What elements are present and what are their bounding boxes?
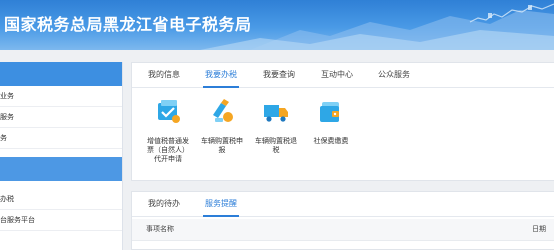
tax-services-panel: 我的信息 我要办税 我要查询 互动中心 公众服务 增值税普通发票（自然人）代开申… [131, 62, 554, 181]
header-banner: 国家税务总局黑龙江省电子税务局 [0, 0, 554, 50]
sidebar-item-4[interactable]: 办税 [0, 189, 122, 210]
reminder-table-header: 事项名称 日期 [132, 219, 554, 241]
invoice-icon [153, 97, 183, 127]
sidebar-header-2 [0, 157, 122, 181]
sidebar-item-2[interactable]: 服务 [0, 107, 122, 128]
tab-my-todo[interactable]: 我的待办 [148, 192, 180, 216]
wallet-icon [316, 97, 346, 127]
tab-public-service[interactable]: 公众服务 [378, 63, 410, 87]
tab-interaction[interactable]: 互动中心 [321, 63, 353, 87]
tab-my-info[interactable]: 我的信息 [148, 63, 180, 87]
tab-tax-handling[interactable]: 我要办税 [203, 63, 239, 88]
sidebar-item-1[interactable]: 业务 [0, 86, 122, 107]
service-vehicle-tax-declare-label: 车辆购置税申报 [201, 137, 243, 154]
service-vehicle-tax-declare[interactable]: 车辆购置税申报 [193, 97, 251, 155]
service-invoice-label: 增值税普通发票（自然人）代开申请 [147, 137, 189, 163]
sidebar: 业务 服务 务 办税 台服务平台 [0, 62, 123, 250]
tab-service-reminder[interactable]: 服务提醒 [203, 192, 239, 217]
service-social-insurance[interactable]: 社保费缴费 [302, 97, 360, 146]
column-item-name: 事项名称 [146, 225, 174, 233]
service-vehicle-tax-refund[interactable]: 车辆购置税退税 [247, 97, 305, 155]
service-vehicle-tax-refund-label: 车辆购置税退税 [255, 137, 297, 154]
service-invoice[interactable]: 增值税普通发票（自然人）代开申请 [139, 97, 197, 164]
reminder-tabs: 我的待办 服务提醒 [132, 192, 554, 217]
sidebar-item-3[interactable]: 务 [0, 128, 122, 149]
sidebar-item-5[interactable]: 台服务平台 [0, 210, 122, 231]
column-date: 日期 [532, 225, 546, 233]
tab-query[interactable]: 我要查询 [263, 63, 295, 87]
site-title: 国家税务总局黑龙江省电子税务局 [4, 15, 252, 34]
reminders-panel: 我的待办 服务提醒 事项名称 日期 [131, 191, 554, 250]
sidebar-header [0, 62, 122, 86]
truck-icon [261, 97, 291, 127]
service-social-insurance-label: 社保费缴费 [313, 137, 349, 145]
main-tabs: 我的信息 我要办税 我要查询 互动中心 公众服务 [132, 63, 554, 88]
vehicle-tax-icon [207, 97, 237, 127]
